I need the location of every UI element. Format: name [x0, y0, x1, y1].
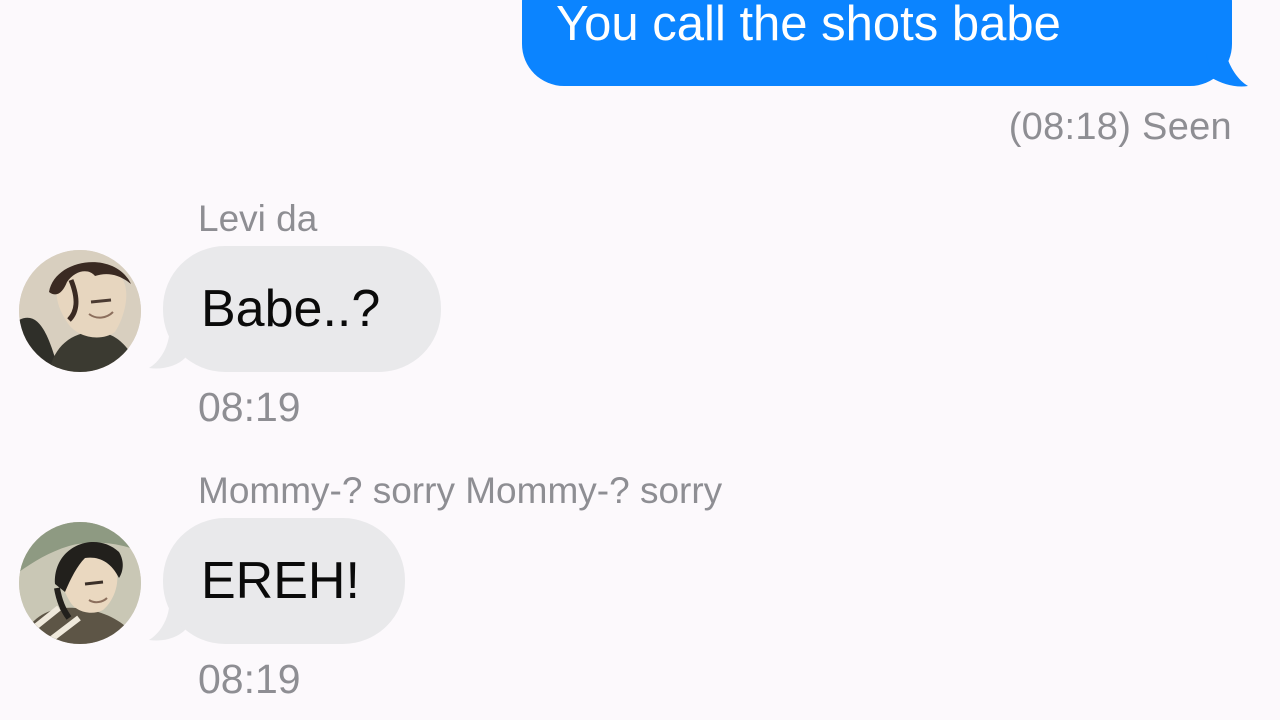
message-status: (08:18) Seen [1008, 106, 1232, 148]
incoming-message-bubble[interactable]: EREH! [163, 518, 405, 644]
incoming-message-text: EREH! [201, 552, 360, 610]
sender-avatar[interactable] [19, 250, 141, 372]
sender-name: Levi da [198, 198, 318, 239]
sender-name: Mommy-? sorry Mommy-? sorry [198, 470, 723, 511]
message-time: 08:19 [198, 384, 301, 430]
anime-character-avatar-icon [19, 250, 141, 372]
anime-character-avatar-icon [19, 522, 141, 644]
message-time: 08:19 [198, 656, 301, 702]
incoming-message-text: Babe..? [201, 280, 381, 338]
incoming-message-bubble[interactable]: Babe..? [163, 246, 441, 372]
chat-thread[interactable]: You call the shots babe (08:18) Seen Lev… [0, 0, 1280, 720]
outgoing-message-text: You call the shots babe [556, 0, 1061, 51]
outgoing-message-bubble[interactable]: You call the shots babe [522, 0, 1232, 86]
outgoing-bubble-tail [1206, 54, 1248, 87]
sender-avatar[interactable] [19, 522, 141, 644]
